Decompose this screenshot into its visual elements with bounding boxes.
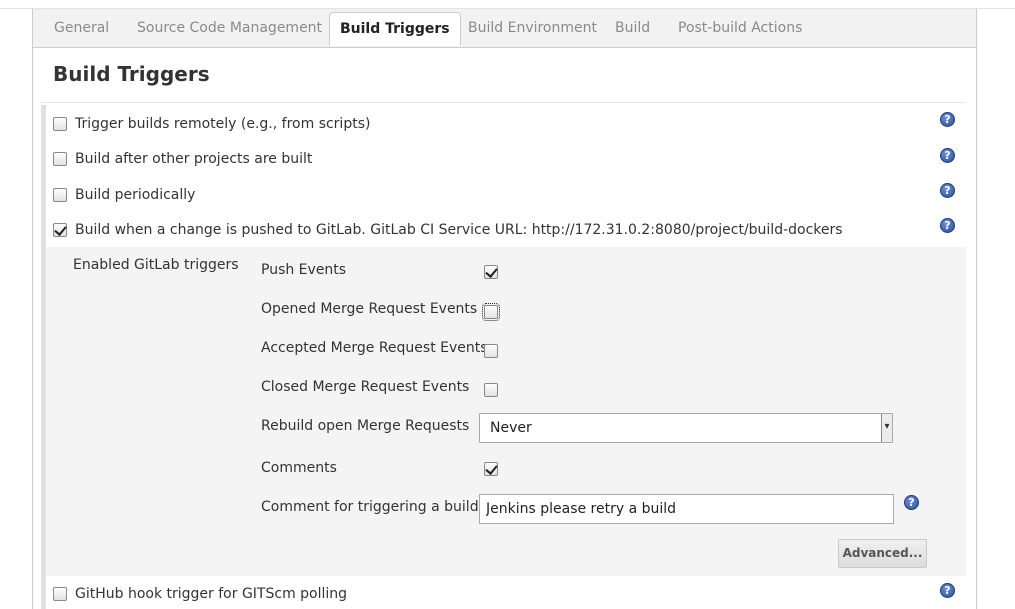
help-icon[interactable]: ? [940,218,955,233]
accepted-mr-label: Accepted Merge Request Events [261,340,488,356]
tab-general[interactable]: General [54,20,109,36]
help-icon[interactable]: ? [940,112,955,127]
help-icon[interactable]: ? [940,148,955,163]
trigger-remote-checkbox[interactable] [53,117,67,131]
comments-checkbox[interactable] [484,462,498,476]
accepted-mr-checkbox[interactable] [484,344,498,358]
trigger-github-hook-label: GitHub hook trigger for GITScm polling [75,586,348,602]
top-border [0,0,1015,9]
title-divider [41,102,965,103]
trigger-row-gitlab: Build when a change is pushed to GitLab.… [53,219,843,241]
rebuild-mr-label: Rebuild open Merge Requests [261,418,470,434]
trigger-remote-label: Trigger builds remotely (e.g., from scri… [75,116,371,132]
opened-mr-checkbox[interactable] [482,303,500,321]
tab-post-build-actions[interactable]: Post-build Actions [678,20,802,36]
trigger-periodically-label: Build periodically [75,187,196,203]
trigger-github-hook-checkbox[interactable] [53,587,67,601]
gitlab-options-panel [46,247,966,576]
trigger-row-after-other: Build after other projects are built [53,148,312,170]
tab-build-environment[interactable]: Build Environment [468,20,597,36]
comments-label: Comments [261,460,337,476]
opened-mr-label: Opened Merge Request Events [261,301,478,317]
help-icon[interactable]: ? [940,583,955,598]
comment-trigger-label: Comment for triggering a build [261,499,479,515]
trigger-after-other-label: Build after other projects are built [75,151,313,167]
trigger-periodically-checkbox[interactable] [53,188,67,202]
gitlab-group-label: Enabled GitLab triggers [73,257,239,273]
section-title: Build Triggers [53,62,210,86]
chevron-down-icon: ▾ [881,414,892,442]
trigger-row-periodically: Build periodically [53,184,195,206]
advanced-button[interactable]: Advanced... [838,539,927,568]
tab-build-triggers[interactable]: Build Triggers [329,12,461,46]
help-icon[interactable]: ? [940,183,955,198]
trigger-gitlab-checkbox[interactable] [53,223,67,237]
closed-mr-label: Closed Merge Request Events [261,379,470,395]
closed-mr-checkbox[interactable] [484,383,498,397]
config-tab-bar: General Source Code Management Build Tri… [33,9,976,48]
help-icon[interactable]: ? [904,495,919,510]
trigger-row-remote: Trigger builds remotely (e.g., from scri… [53,113,370,135]
tab-source-code-management[interactable]: Source Code Management [137,20,322,36]
rebuild-mr-select[interactable]: Never ▾ [479,413,893,443]
comment-trigger-input[interactable] [479,494,894,524]
config-panel: General Source Code Management Build Tri… [32,9,977,609]
rebuild-mr-value: Never [490,420,532,436]
trigger-after-other-checkbox[interactable] [53,152,67,166]
push-events-checkbox[interactable] [484,265,498,279]
tab-build[interactable]: Build [615,20,650,36]
trigger-gitlab-label: Build when a change is pushed to GitLab.… [75,222,843,238]
push-events-label: Push Events [261,262,347,278]
